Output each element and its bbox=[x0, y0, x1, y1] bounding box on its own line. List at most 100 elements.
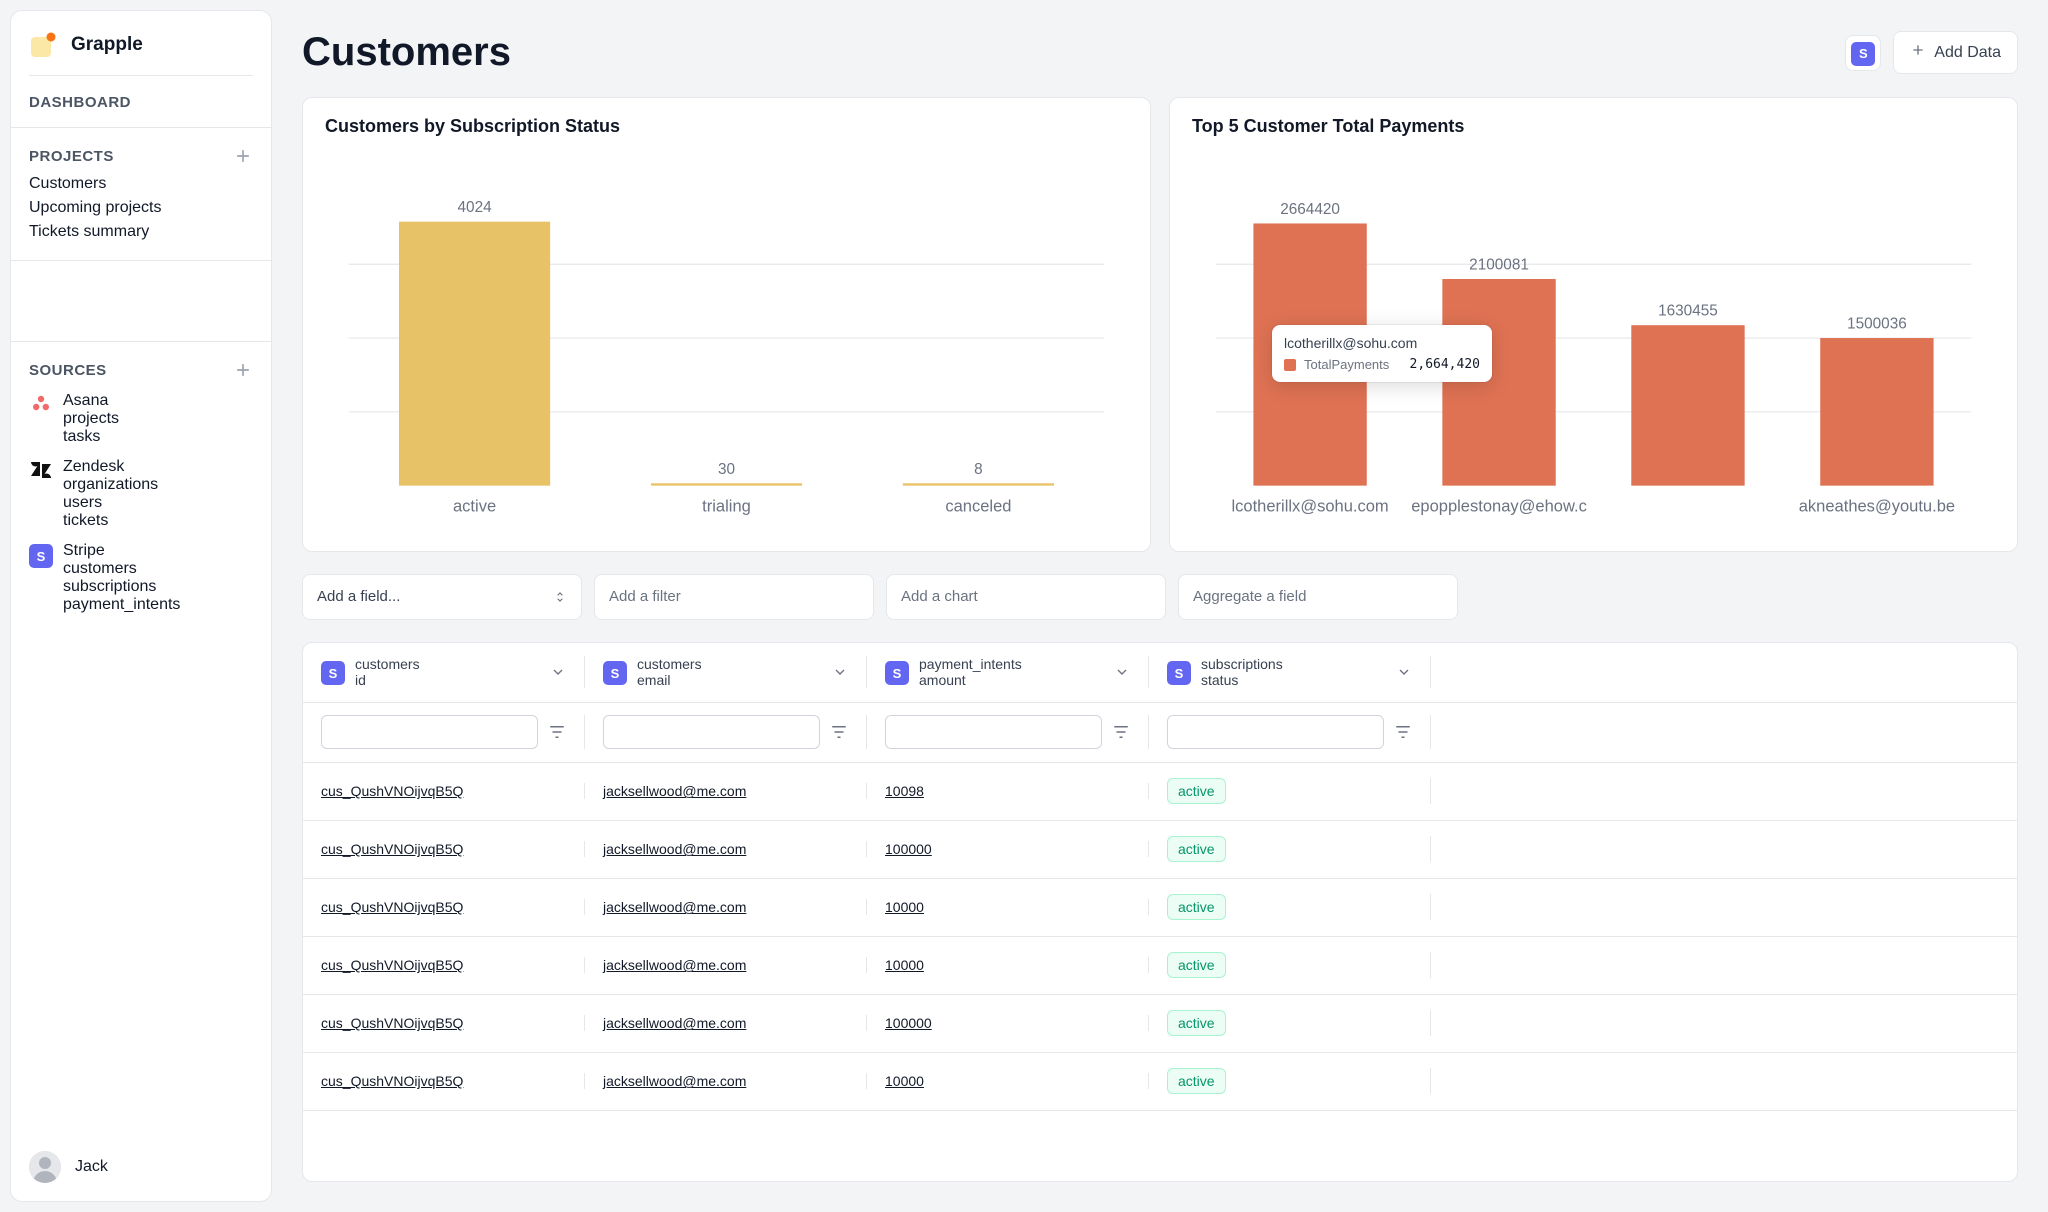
chart-tooltip: lcotherillx@sohu.com TotalPayments 2,664… bbox=[1272, 325, 1492, 382]
column-header-status[interactable]: S subscriptions status bbox=[1149, 656, 1431, 688]
stripe-icon: S bbox=[1167, 661, 1191, 685]
link-customer-id[interactable]: cus_QushVNOijvqB5Q bbox=[321, 1015, 463, 1031]
chart-customers-by-status: Customers by Subscription Status 4024act… bbox=[302, 97, 1151, 552]
chevron-down-icon[interactable] bbox=[550, 664, 566, 680]
page-title: Customers bbox=[302, 30, 511, 75]
add-filter-input[interactable] bbox=[594, 574, 874, 620]
source-asana-child-1[interactable]: tasks bbox=[63, 428, 119, 446]
link-customer-id[interactable]: cus_QushVNOijvqB5Q bbox=[321, 783, 463, 799]
source-zendesk-child-1[interactable]: users bbox=[63, 494, 158, 512]
profile-name: Jack bbox=[75, 1158, 108, 1176]
column-source: customers bbox=[355, 656, 420, 672]
link-customer-email[interactable]: jacksellwood@me.com bbox=[603, 899, 746, 915]
source-stripe[interactable]: S Stripe customers subscriptions payment… bbox=[29, 542, 253, 614]
link-amount[interactable]: 100000 bbox=[885, 841, 932, 857]
filter-input-email[interactable] bbox=[603, 715, 820, 749]
source-zendesk[interactable]: Zendesk organizations users tickets bbox=[29, 458, 253, 530]
source-asana-child-0[interactable]: projects bbox=[63, 410, 119, 428]
chart-top5-payments: Top 5 Customer Total Payments 2664420lco… bbox=[1169, 97, 2018, 552]
source-badge-stripe[interactable]: S bbox=[1845, 35, 1881, 71]
chevron-down-icon[interactable] bbox=[1396, 664, 1412, 680]
project-item-tickets[interactable]: Tickets summary bbox=[29, 220, 253, 244]
source-zendesk-child-0[interactable]: organizations bbox=[63, 476, 158, 494]
project-item-upcoming[interactable]: Upcoming projects bbox=[29, 196, 253, 220]
svg-text:trialing: trialing bbox=[702, 497, 751, 516]
nav-dashboard[interactable]: DASHBOARD bbox=[29, 94, 253, 111]
add-chart-input[interactable] bbox=[886, 574, 1166, 620]
nav-sources-header: SOURCES bbox=[29, 360, 253, 380]
filter-input-status[interactable] bbox=[1167, 715, 1384, 749]
add-chart-field[interactable] bbox=[901, 588, 1151, 605]
status-badge: active bbox=[1167, 952, 1226, 978]
nav-projects-header: PROJECTS bbox=[29, 146, 253, 166]
link-customer-id[interactable]: cus_QushVNOijvqB5Q bbox=[321, 1073, 463, 1089]
add-data-label: Add Data bbox=[1934, 44, 2001, 62]
svg-text:4024: 4024 bbox=[458, 199, 493, 216]
cell-status: active bbox=[1149, 778, 1431, 804]
add-data-button[interactable]: Add Data bbox=[1893, 31, 2018, 74]
link-amount[interactable]: 100000 bbox=[885, 1015, 932, 1031]
column-source: customers bbox=[637, 656, 702, 672]
cell-email: jacksellwood@me.com bbox=[585, 1073, 867, 1089]
filter-input-amount[interactable] bbox=[885, 715, 1102, 749]
cell-id: cus_QushVNOijvqB5Q bbox=[303, 841, 585, 857]
page-header: Customers S Add Data bbox=[302, 30, 2018, 75]
aggregate-field-input[interactable] bbox=[1178, 574, 1458, 620]
svg-text:lcotherillx@sohu.com: lcotherillx@sohu.com bbox=[1231, 497, 1388, 516]
link-customer-id[interactable]: cus_QushVNOijvqB5Q bbox=[321, 841, 463, 857]
column-header-amount[interactable]: S payment_intents amount bbox=[867, 656, 1149, 688]
link-amount[interactable]: 10098 bbox=[885, 783, 924, 799]
zendesk-icon bbox=[29, 458, 53, 482]
svg-text:8: 8 bbox=[974, 461, 983, 478]
column-filter-id bbox=[303, 715, 585, 749]
link-amount[interactable]: 10000 bbox=[885, 957, 924, 973]
column-header-email[interactable]: S customers email bbox=[585, 656, 867, 688]
chart-title: Top 5 Customer Total Payments bbox=[1192, 116, 1995, 137]
table-row: cus_QushVNOijvqB5Q jacksellwood@me.com 1… bbox=[303, 879, 2017, 937]
project-list: Customers Upcoming projects Tickets summ… bbox=[29, 172, 253, 244]
chevron-down-icon[interactable] bbox=[832, 664, 848, 680]
add-field-select[interactable]: Add a field... bbox=[302, 574, 582, 620]
link-customer-email[interactable]: jacksellwood@me.com bbox=[603, 1073, 746, 1089]
svg-text:30: 30 bbox=[718, 461, 735, 478]
link-customer-email[interactable]: jacksellwood@me.com bbox=[603, 841, 746, 857]
link-customer-id[interactable]: cus_QushVNOijvqB5Q bbox=[321, 899, 463, 915]
source-asana[interactable]: Asana projects tasks bbox=[29, 392, 253, 446]
link-customer-email[interactable]: jacksellwood@me.com bbox=[603, 1015, 746, 1031]
column-filter-status bbox=[1149, 715, 1431, 749]
cell-amount: 100000 bbox=[867, 841, 1149, 857]
link-customer-email[interactable]: jacksellwood@me.com bbox=[603, 957, 746, 973]
stripe-icon: S bbox=[603, 661, 627, 685]
stripe-icon: S bbox=[885, 661, 909, 685]
column-source: subscriptions bbox=[1201, 656, 1283, 672]
project-item-customers[interactable]: Customers bbox=[29, 172, 253, 196]
column-field: amount bbox=[919, 672, 1022, 688]
table-row: cus_QushVNOijvqB5Q jacksellwood@me.com 1… bbox=[303, 937, 2017, 995]
source-stripe-child-1[interactable]: subscriptions bbox=[63, 578, 180, 596]
filter-icon[interactable] bbox=[1394, 723, 1412, 741]
link-amount[interactable]: 10000 bbox=[885, 899, 924, 915]
link-customer-id[interactable]: cus_QushVNOijvqB5Q bbox=[321, 957, 463, 973]
link-amount[interactable]: 10000 bbox=[885, 1073, 924, 1089]
tooltip-key: TotalPayments bbox=[1304, 357, 1402, 372]
svg-text:1500036: 1500036 bbox=[1847, 316, 1907, 333]
filter-input-id[interactable] bbox=[321, 715, 538, 749]
chevron-down-icon[interactable] bbox=[1114, 664, 1130, 680]
add-field-label: Add a field... bbox=[317, 588, 400, 605]
filter-icon[interactable] bbox=[830, 723, 848, 741]
filter-icon[interactable] bbox=[548, 723, 566, 741]
profile-row[interactable]: Jack bbox=[29, 1139, 253, 1183]
source-stripe-child-2[interactable]: payment_intents bbox=[63, 596, 180, 614]
source-stripe-child-0[interactable]: customers bbox=[63, 560, 180, 578]
filter-icon[interactable] bbox=[1112, 723, 1130, 741]
add-project-button[interactable] bbox=[233, 146, 253, 166]
link-customer-email[interactable]: jacksellwood@me.com bbox=[603, 783, 746, 799]
source-zendesk-child-2[interactable]: tickets bbox=[63, 512, 158, 530]
cell-id: cus_QushVNOijvqB5Q bbox=[303, 1015, 585, 1031]
sidebar: Grapple DASHBOARD PROJECTS Customers Upc… bbox=[0, 0, 282, 1212]
column-header-id[interactable]: S customers id bbox=[303, 656, 585, 688]
add-filter-field[interactable] bbox=[609, 588, 859, 605]
tooltip-title: lcotherillx@sohu.com bbox=[1284, 335, 1480, 351]
add-source-button[interactable] bbox=[233, 360, 253, 380]
aggregate-field[interactable] bbox=[1193, 588, 1443, 605]
